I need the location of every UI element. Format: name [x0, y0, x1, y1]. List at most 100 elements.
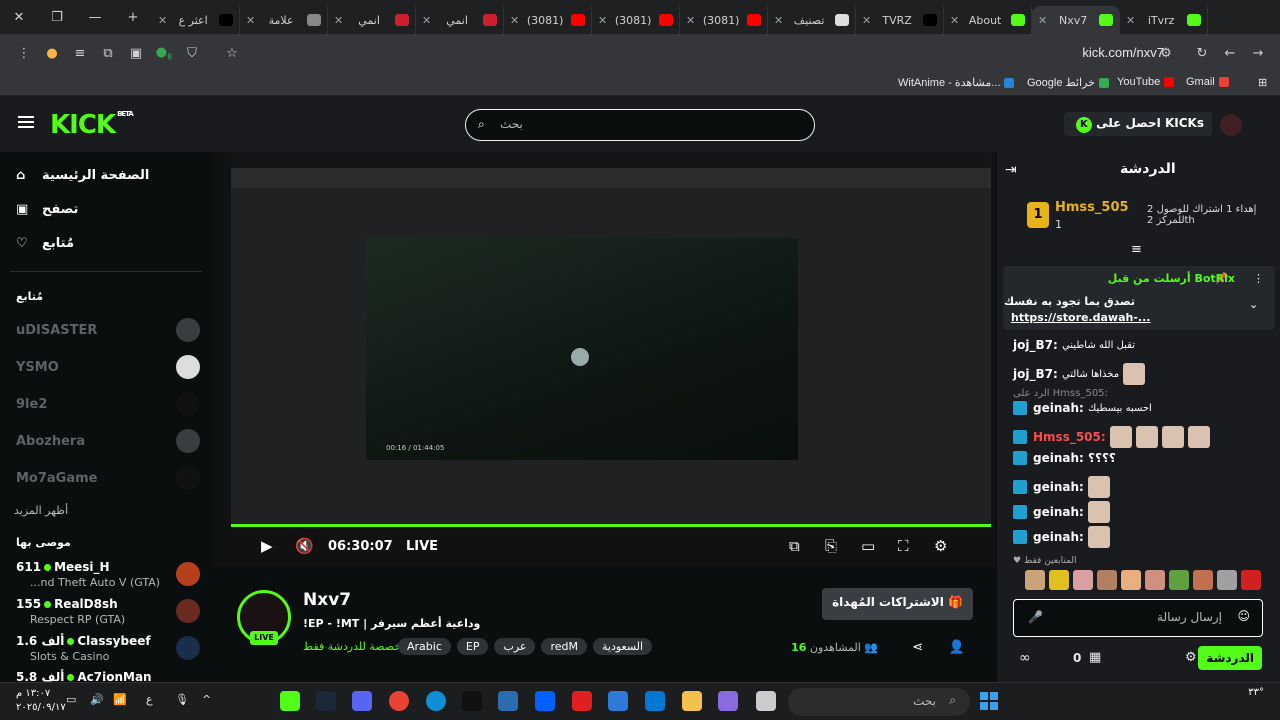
browser-tab[interactable]: ✕ انمي	[328, 6, 416, 34]
fullscreen-icon[interactable]: ⛶	[898, 537, 909, 555]
browser-tab[interactable]: ✕ (3081)	[680, 6, 768, 34]
close-tab-icon[interactable]: ✕	[862, 14, 871, 27]
show-more-link[interactable]: أظهر المزيد	[14, 504, 68, 517]
recommended-channel[interactable]: 1.6 ألف Classybeef Slots & Casino	[16, 634, 200, 663]
tag[interactable]: redM	[541, 638, 587, 655]
followed-channel[interactable]: Mo7aGame	[16, 466, 200, 490]
epic-games-icon[interactable]	[462, 691, 482, 711]
browser-tab[interactable]: ✕ About	[944, 6, 1032, 34]
chevron-down-icon[interactable]: ⌄	[1249, 298, 1258, 311]
video-player[interactable]: 00:16 / 01:44:05 ▶ 🔇 06:30:07 LIVE ⧉ ⎘ ▭…	[213, 152, 995, 567]
bookmark-witanime[interactable]: WitAnime - مشاهدة...	[898, 76, 1015, 89]
browser-tab[interactable]: ✕ علامة	[240, 6, 328, 34]
close-tab-icon[interactable]: ✕	[334, 14, 343, 27]
app-icon[interactable]	[756, 691, 776, 711]
recommended-channel[interactable]: 611 Meesi_H ...nd Theft Auto V (GTA)	[16, 560, 200, 589]
chat-send-button[interactable]: الدردشة	[1198, 646, 1262, 670]
browser-tab[interactable]: ✕ (3081)	[592, 6, 680, 34]
followed-channel[interactable]: YSMO	[16, 355, 200, 379]
emote[interactable]	[1073, 570, 1093, 590]
taskbar-search[interactable]: ⌕ بحث	[788, 688, 970, 716]
share-icon[interactable]: ⋖	[912, 640, 923, 655]
play-icon[interactable]: ▶	[261, 537, 273, 555]
nav-following[interactable]: ♡ مُتابع	[16, 236, 74, 251]
dropbox-icon[interactable]	[535, 691, 555, 711]
nav-browse[interactable]: ▣ تصفح	[16, 202, 78, 217]
network-icon[interactable]: 📶	[113, 693, 127, 706]
tag[interactable]: Arabic	[398, 638, 451, 655]
emote[interactable]	[1049, 570, 1069, 590]
input-language[interactable]: ع	[146, 693, 153, 706]
browser-tab[interactable]: ✕ Nxv7	[1032, 6, 1120, 34]
mute-icon[interactable]: 🔇	[295, 537, 314, 555]
follow-user-icon[interactable]: 👤	[949, 640, 965, 655]
forward-icon[interactable]: ←	[1216, 46, 1244, 61]
site-settings-icon[interactable]: ⚙	[1152, 46, 1180, 61]
hamburger-menu-icon[interactable]	[18, 116, 34, 128]
browser-tab[interactable]: ✕ iTvrz	[1120, 6, 1208, 34]
back-icon[interactable]: →	[1244, 46, 1272, 61]
nav-home[interactable]: ⌂ الصفحة الرئيسية	[16, 168, 149, 183]
battery-icon[interactable]: ▭	[66, 693, 76, 706]
gift-icon[interactable]: ▦	[1089, 650, 1101, 665]
volume-icon[interactable]: 🔊	[90, 693, 104, 706]
bookmark-google-maps[interactable]: Google خرائط	[1027, 76, 1109, 89]
emote[interactable]	[1145, 570, 1165, 590]
browser-tab[interactable]: ✕ تصنيف	[768, 6, 856, 34]
close-tab-icon[interactable]: ✕	[598, 14, 607, 27]
gifter-name[interactable]: Hmss_505	[1055, 200, 1129, 215]
shield-icon[interactable]: ⛉	[178, 46, 206, 61]
edge-icon[interactable]	[426, 691, 446, 711]
clock[interactable]: ١٣:٠٧ م ٢٠٢٥/٠٩/١٧	[16, 687, 66, 715]
chat-settings-icon[interactable]: ⚙	[1185, 650, 1197, 665]
get-kicks-button[interactable]: K احصل على KICKs	[1063, 112, 1212, 136]
search-input[interactable]: ⌕ بحث	[465, 109, 815, 141]
followed-channel[interactable]: Abozhera	[16, 429, 200, 453]
minimize-window-icon[interactable]: —	[76, 0, 114, 34]
app-icon[interactable]	[498, 691, 518, 711]
store-icon[interactable]	[645, 691, 665, 711]
extensions-puzzle-icon[interactable]: ⧉	[94, 46, 122, 61]
bookmark-youtube[interactable]: YouTube	[1117, 76, 1175, 88]
tag[interactable]: السعودية	[593, 638, 653, 655]
kick-app-icon[interactable]	[280, 691, 300, 711]
close-tab-icon[interactable]: ✕	[686, 14, 695, 27]
emote[interactable]	[1193, 570, 1213, 590]
emoji-icon[interactable]: ☺	[1237, 609, 1250, 623]
pinned-link[interactable]: https://store.dawah-...	[1011, 311, 1150, 324]
bookmark-gmail[interactable]: Gmail	[1186, 76, 1229, 88]
followed-channel[interactable]: 9le2	[16, 392, 200, 416]
user-avatar[interactable]	[1220, 114, 1242, 136]
new-tab-button[interactable]: +	[114, 0, 152, 34]
pip-icon[interactable]: ⧉	[789, 537, 800, 555]
tag[interactable]: EP	[456, 638, 489, 655]
expand-leaderboard-icon[interactable]: ≡	[1131, 242, 1142, 257]
bookmark-star-icon[interactable]: ☆	[218, 46, 246, 61]
collapse-chat-icon[interactable]: ⇥	[1005, 162, 1017, 178]
extension-icon[interactable]: ●	[38, 46, 66, 61]
menu-kebab-icon[interactable]: ⋮	[10, 46, 38, 61]
clip-icon[interactable]: ⎘	[825, 537, 837, 555]
chrome-icon[interactable]	[389, 691, 409, 711]
reload-icon[interactable]: ↻	[1188, 46, 1216, 61]
close-tab-icon[interactable]: ✕	[246, 14, 255, 27]
emote[interactable]	[1169, 570, 1189, 590]
weather-widget[interactable]: ٣٣°	[1248, 687, 1264, 698]
close-tab-icon[interactable]: ✕	[1126, 14, 1135, 27]
browser-tab[interactable]: ✕ انمي	[416, 6, 504, 34]
microphone-icon[interactable]: 🎙	[175, 693, 189, 706]
extension-icon[interactable]: ●8	[150, 45, 178, 62]
file-explorer-icon[interactable]	[682, 691, 702, 711]
restore-window-icon[interactable]: ❐	[38, 0, 76, 34]
all-bookmarks-icon[interactable]: ⊞	[1258, 76, 1267, 89]
chat-message-input[interactable]: 🎤 إرسال رسالة ☺	[1013, 599, 1263, 637]
close-tab-icon[interactable]: ✕	[158, 14, 167, 27]
tray-chevron-icon[interactable]: ^	[202, 693, 211, 706]
close-tab-icon[interactable]: ✕	[950, 14, 959, 27]
extension-icon[interactable]: ≡	[66, 46, 94, 61]
followed-channel[interactable]: uDISASTER	[16, 318, 200, 342]
outlook-icon[interactable]	[608, 691, 628, 711]
emote[interactable]	[1121, 570, 1141, 590]
close-tab-icon[interactable]: ✕	[1038, 14, 1047, 27]
recommended-channel[interactable]: 155 RealD8sh Respect RP (GTA)	[16, 597, 200, 626]
